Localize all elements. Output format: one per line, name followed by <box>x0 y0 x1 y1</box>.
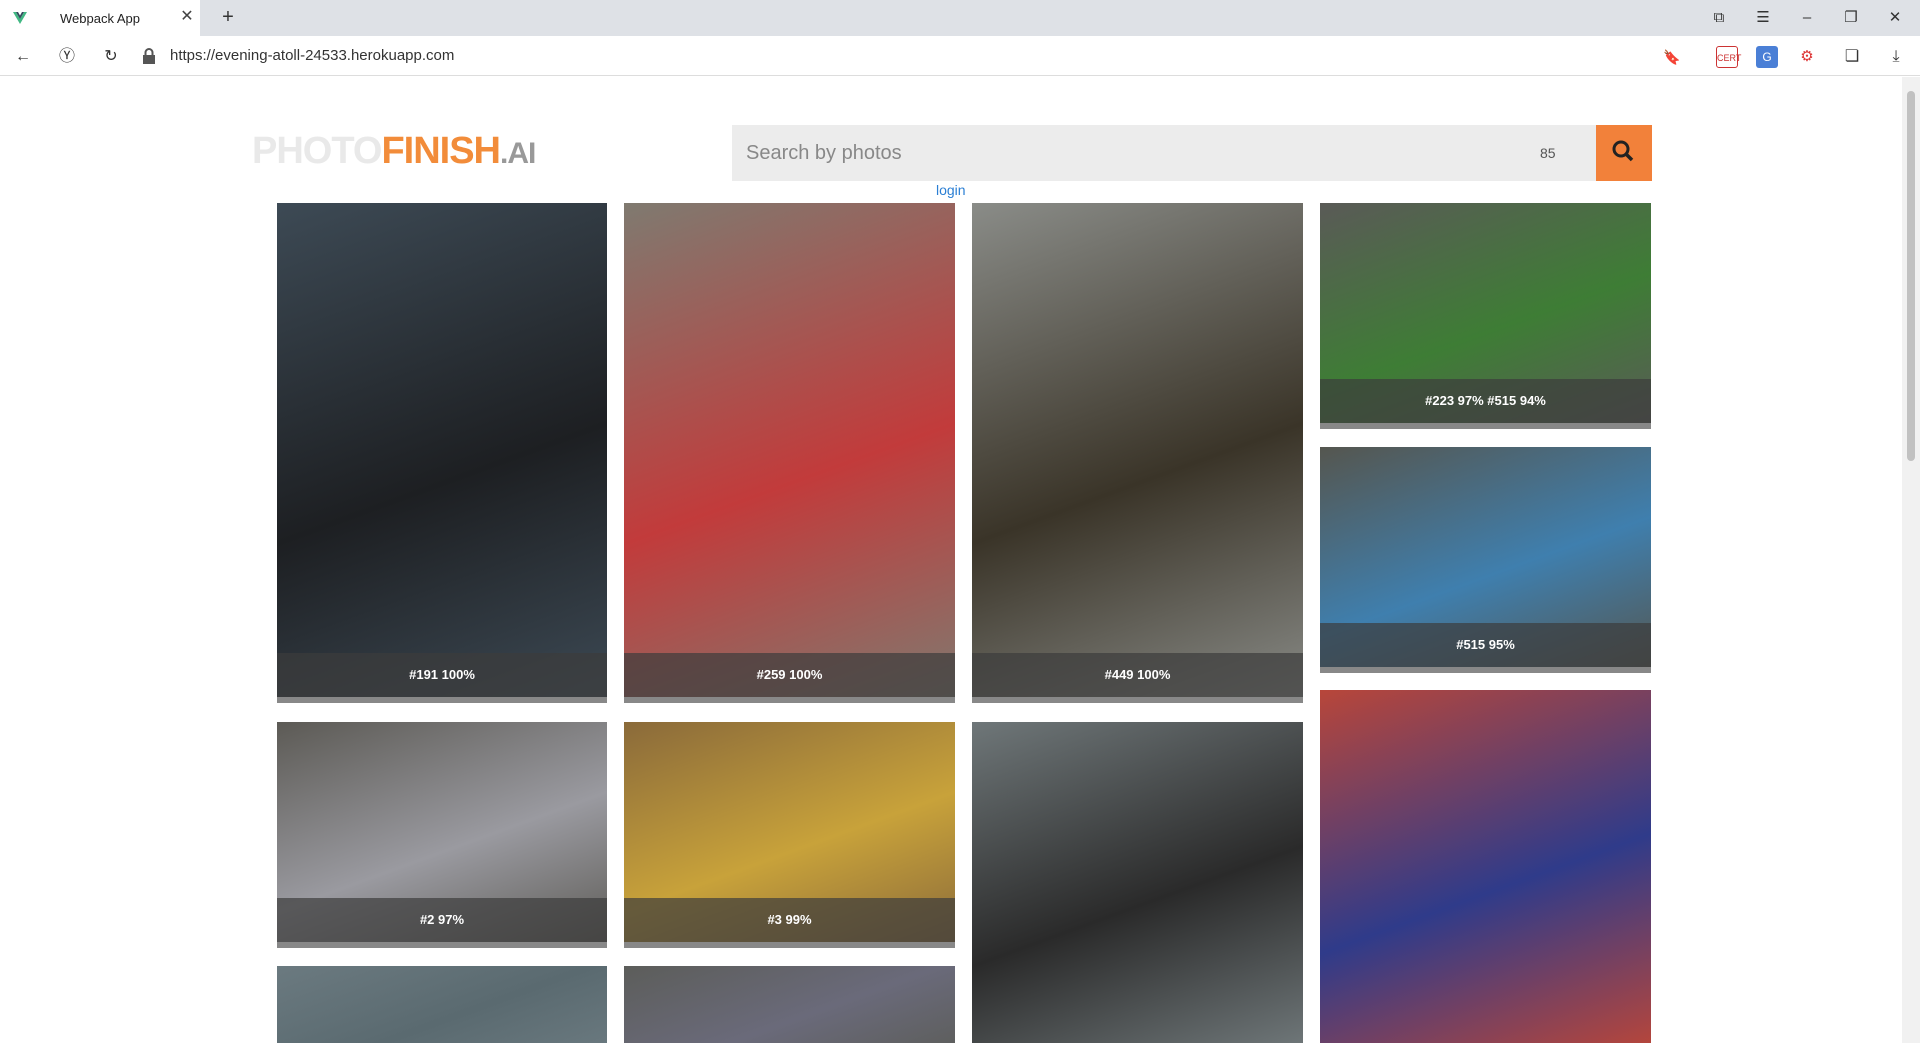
menu-icon[interactable]: ☰ <box>1753 8 1773 28</box>
photo-bib-label: #191 100% <box>277 653 607 697</box>
photo-card[interactable] <box>972 722 1303 1043</box>
photo-bib-label: #2 97% <box>277 898 607 942</box>
browser-tab-bar: Webpack App ✕ + ⧉ ☰ – ❐ ✕ <box>0 0 1920 36</box>
photo-card[interactable]: #259 100% <box>624 203 955 703</box>
url-field[interactable]: https://evening-atoll-24533.herokuapp.co… <box>170 47 454 64</box>
photo-card[interactable] <box>624 966 955 1043</box>
extension-icon[interactable]: ⚙ <box>1796 46 1818 68</box>
photo-card[interactable]: #515 95% <box>1320 447 1651 673</box>
logo-photo-text: PHOTO <box>252 130 382 172</box>
address-bar: ← Ⓨ ↻ https://evening-atoll-24533.heroku… <box>0 36 1920 76</box>
photo-image <box>624 966 955 1043</box>
browser-tab[interactable]: Webpack App ✕ <box>0 0 200 36</box>
restore-icon[interactable]: ❐ <box>1841 8 1861 28</box>
photo-card-footer <box>624 697 955 703</box>
yandex-icon[interactable]: Ⓨ <box>56 46 78 68</box>
lock-icon <box>143 48 155 64</box>
search-placeholder: Search by photos <box>746 142 902 164</box>
search-icon <box>1612 140 1634 162</box>
new-tab-icon[interactable]: + <box>216 6 240 30</box>
cert-extension-label: CERT <box>1717 53 1742 63</box>
close-window-icon[interactable]: ✕ <box>1885 8 1905 28</box>
vue-icon <box>13 12 27 24</box>
bookmarks-icon[interactable]: ⧉ <box>1709 8 1729 28</box>
login-link[interactable]: login <box>936 182 966 198</box>
reload-icon[interactable]: ↻ <box>100 46 122 68</box>
photo-card[interactable]: #3 99% <box>624 722 955 948</box>
photo-image <box>277 966 607 1043</box>
photo-image <box>1320 690 1651 1043</box>
photo-card[interactable]: #191 100% <box>277 203 607 703</box>
photo-image <box>972 722 1303 1043</box>
logo-ai-text: .AI <box>500 137 536 170</box>
photo-bib-label: #3 99% <box>624 898 955 942</box>
photo-card[interactable]: #2 97% <box>277 722 607 948</box>
photo-card-footer <box>277 942 607 948</box>
photo-bib-label: #259 100% <box>624 653 955 697</box>
tab-title: Webpack App <box>60 11 140 26</box>
close-tab-icon[interactable]: ✕ <box>178 8 196 26</box>
translate-icon[interactable]: G <box>1756 46 1778 68</box>
photo-card[interactable]: #223 97% #515 94% <box>1320 203 1651 429</box>
photo-bib-label: #515 95% <box>1320 623 1651 667</box>
photo-card-footer <box>624 942 955 948</box>
photo-card[interactable] <box>1320 690 1651 1043</box>
logo-finish-text: FINISH <box>381 130 501 172</box>
collections-icon[interactable]: ❏ <box>1841 46 1863 68</box>
photo-card-footer <box>1320 667 1651 673</box>
photo-bib-label: #449 100% <box>972 653 1303 697</box>
search-button[interactable] <box>1596 125 1652 181</box>
scrollbar[interactable] <box>1902 77 1920 1043</box>
photo-image <box>972 203 1303 703</box>
photo-card[interactable]: #449 100% <box>972 203 1303 703</box>
photo-image <box>624 203 955 703</box>
download-icon[interactable]: ⤓ <box>1885 46 1907 68</box>
page-content: PHOTOFINISH.AI Search by photos 85 login… <box>0 77 1900 1043</box>
scrollbar-thumb[interactable] <box>1907 91 1915 461</box>
photofinish-logo[interactable]: PHOTOFINISH.AI <box>252 130 536 173</box>
photo-card-footer <box>1320 423 1651 429</box>
search-input[interactable]: Search by photos 85 <box>732 125 1652 181</box>
cert-extension-icon[interactable]: CERT <box>1716 46 1742 68</box>
bookmark-icon[interactable]: 🔖 <box>1661 46 1683 68</box>
photo-card[interactable] <box>277 966 607 1043</box>
photo-card-footer <box>277 697 607 703</box>
search-count: 85 <box>1540 145 1556 161</box>
back-icon[interactable]: ← <box>12 46 34 68</box>
photo-image <box>277 203 607 703</box>
photo-bib-label: #223 97% #515 94% <box>1320 379 1651 423</box>
photo-card-footer <box>972 697 1303 703</box>
minimize-icon[interactable]: – <box>1797 8 1817 28</box>
